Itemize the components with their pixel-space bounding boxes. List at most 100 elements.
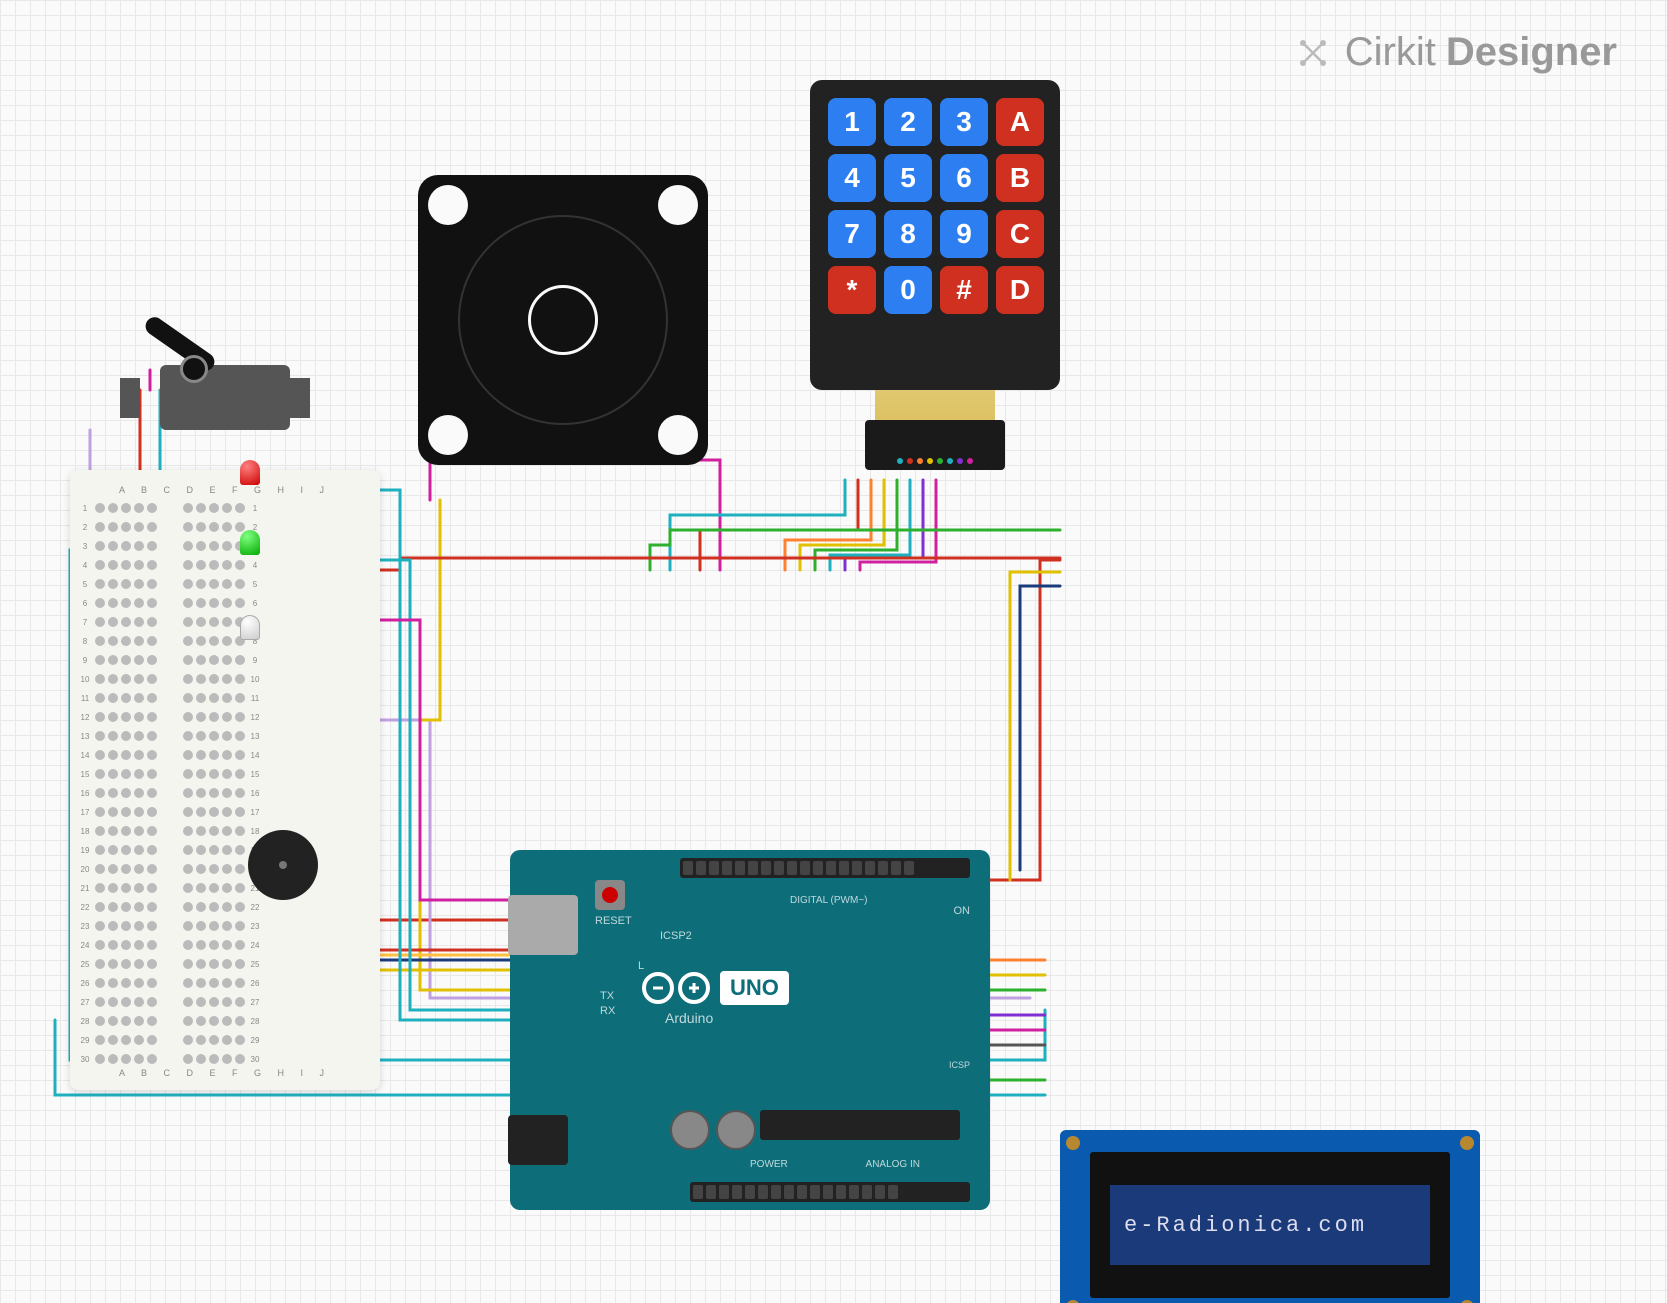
digital-header[interactable] (680, 858, 970, 878)
wire (800, 480, 884, 570)
breadboard-row: 2929 (78, 1031, 372, 1049)
cirkit-logo-icon (1291, 31, 1335, 75)
wire (785, 480, 871, 570)
breadboard-row: 11 (78, 499, 372, 517)
lcd-display-text: e-Radionica.com (1110, 1185, 1430, 1265)
watermark-brand: Cirkit (1345, 30, 1436, 75)
arduino-brand-label: Arduino (665, 1010, 713, 1026)
on-label: ON (954, 905, 971, 917)
keypad-pin (917, 458, 923, 464)
keypad-key-*[interactable]: * (828, 266, 876, 314)
keypad-key-4[interactable]: 4 (828, 154, 876, 202)
keypad-key-3[interactable]: 3 (940, 98, 988, 146)
keypad-key-2[interactable]: 2 (884, 98, 932, 146)
watermark: Cirkit Designer (1291, 30, 1617, 75)
tx-label: TX (600, 990, 614, 1002)
breadboard-row: 2121 (78, 879, 372, 897)
wire (700, 480, 858, 570)
membrane-keypad[interactable]: 123A 456B 789C *0#D (810, 80, 1060, 390)
wire (815, 480, 897, 570)
keypad-key-5[interactable]: 5 (884, 154, 932, 202)
keypad-key-9[interactable]: 9 (940, 210, 988, 258)
wire (830, 480, 910, 570)
wire (1020, 586, 1060, 870)
piezo-buzzer[interactable] (248, 830, 318, 900)
keypad-pin (897, 458, 903, 464)
wire (1010, 572, 1060, 880)
usb-port (508, 895, 578, 955)
green-led[interactable] (240, 530, 260, 565)
keypad-pin (957, 458, 963, 464)
icsp-label: ICSP (949, 1060, 970, 1070)
keypad-pin (947, 458, 953, 464)
watermark-product: Designer (1446, 30, 1617, 75)
keypad-pin (907, 458, 913, 464)
breadboard-row: 99 (78, 651, 372, 669)
breadboard-row: 2222 (78, 898, 372, 916)
breadboard-row: 55 (78, 575, 372, 593)
breadboard-row: 88 (78, 632, 372, 650)
breadboard[interactable]: A B C D E F G H I J 11223344556677889910… (70, 470, 380, 1090)
keypad-connector (865, 420, 1005, 470)
keypad-pin (967, 458, 973, 464)
keypad-key-1[interactable]: 1 (828, 98, 876, 146)
keypad-key-B[interactable]: B (996, 154, 1044, 202)
breadboard-row: 1010 (78, 670, 372, 688)
power-jack (508, 1115, 568, 1165)
breadboard-col-labels-top: A B C D E F G H I J (78, 485, 372, 495)
circuit-canvas: Cirkit Designer 123A 456B 789C *0#D (0, 0, 1667, 1303)
white-led[interactable] (240, 615, 260, 650)
breadboard-col-labels-bottom: A B C D E F G H I J (78, 1068, 372, 1078)
breadboard-row: 77 (78, 613, 372, 631)
breadboard-row: 1111 (78, 689, 372, 707)
keypad-key-C[interactable]: C (996, 210, 1044, 258)
arduino-uno[interactable]: RESET ICSP2 TX RX L ON DIGITAL (PWM~) PO… (510, 850, 990, 1210)
breadboard-row: 1414 (78, 746, 372, 764)
breadboard-row: 3030 (78, 1050, 372, 1068)
breadboard-row: 1616 (78, 784, 372, 802)
keypad-key-6[interactable]: 6 (940, 154, 988, 202)
icsp2-label: ICSP2 (660, 930, 692, 942)
breadboard-row: 2323 (78, 917, 372, 935)
breadboard-row: 1818 (78, 822, 372, 840)
breadboard-row: 2828 (78, 1012, 372, 1030)
reset-button[interactable] (595, 880, 625, 910)
breadboard-row: 1515 (78, 765, 372, 783)
i2c-lcd[interactable]: e-Radionica.com (1060, 1130, 1480, 1303)
breadboard-row: 1919 (78, 841, 372, 859)
atmega-chip (760, 1110, 960, 1140)
wire (670, 480, 845, 570)
breadboard-row: 1212 (78, 708, 372, 726)
keypad-key-7[interactable]: 7 (828, 210, 876, 258)
arduino-logo: UNO (640, 970, 789, 1006)
keypad-key-D[interactable]: D (996, 266, 1044, 314)
breadboard-row: 33 (78, 537, 372, 555)
uno-badge: UNO (720, 971, 789, 1005)
analog-label: ANALOG IN (866, 1159, 920, 1170)
breadboard-row: 44 (78, 556, 372, 574)
breadboard-row: 22 (78, 518, 372, 536)
arduino-infinity-icon (640, 970, 712, 1006)
red-led[interactable] (240, 460, 260, 495)
wire (845, 480, 923, 570)
keypad-pin (937, 458, 943, 464)
breadboard-row: 2020 (78, 860, 372, 878)
keypad-key-#[interactable]: # (940, 266, 988, 314)
wire (860, 480, 936, 570)
keypad-pin (927, 458, 933, 464)
wire (430, 460, 720, 570)
reset-label: RESET (595, 915, 632, 927)
breadboard-row: 2424 (78, 936, 372, 954)
dc-fan[interactable] (418, 175, 708, 465)
micro-servo[interactable] (120, 330, 310, 430)
breadboard-row: 2727 (78, 993, 372, 1011)
keypad-key-0[interactable]: 0 (884, 266, 932, 314)
breadboard-row: 1313 (78, 727, 372, 745)
keypad-key-8[interactable]: 8 (884, 210, 932, 258)
keypad-key-A[interactable]: A (996, 98, 1044, 146)
breadboard-row: 66 (78, 594, 372, 612)
breadboard-row: 2626 (78, 974, 372, 992)
rx-label: RX (600, 1005, 615, 1017)
power-analog-header[interactable] (690, 1182, 970, 1202)
wire (650, 530, 1060, 570)
